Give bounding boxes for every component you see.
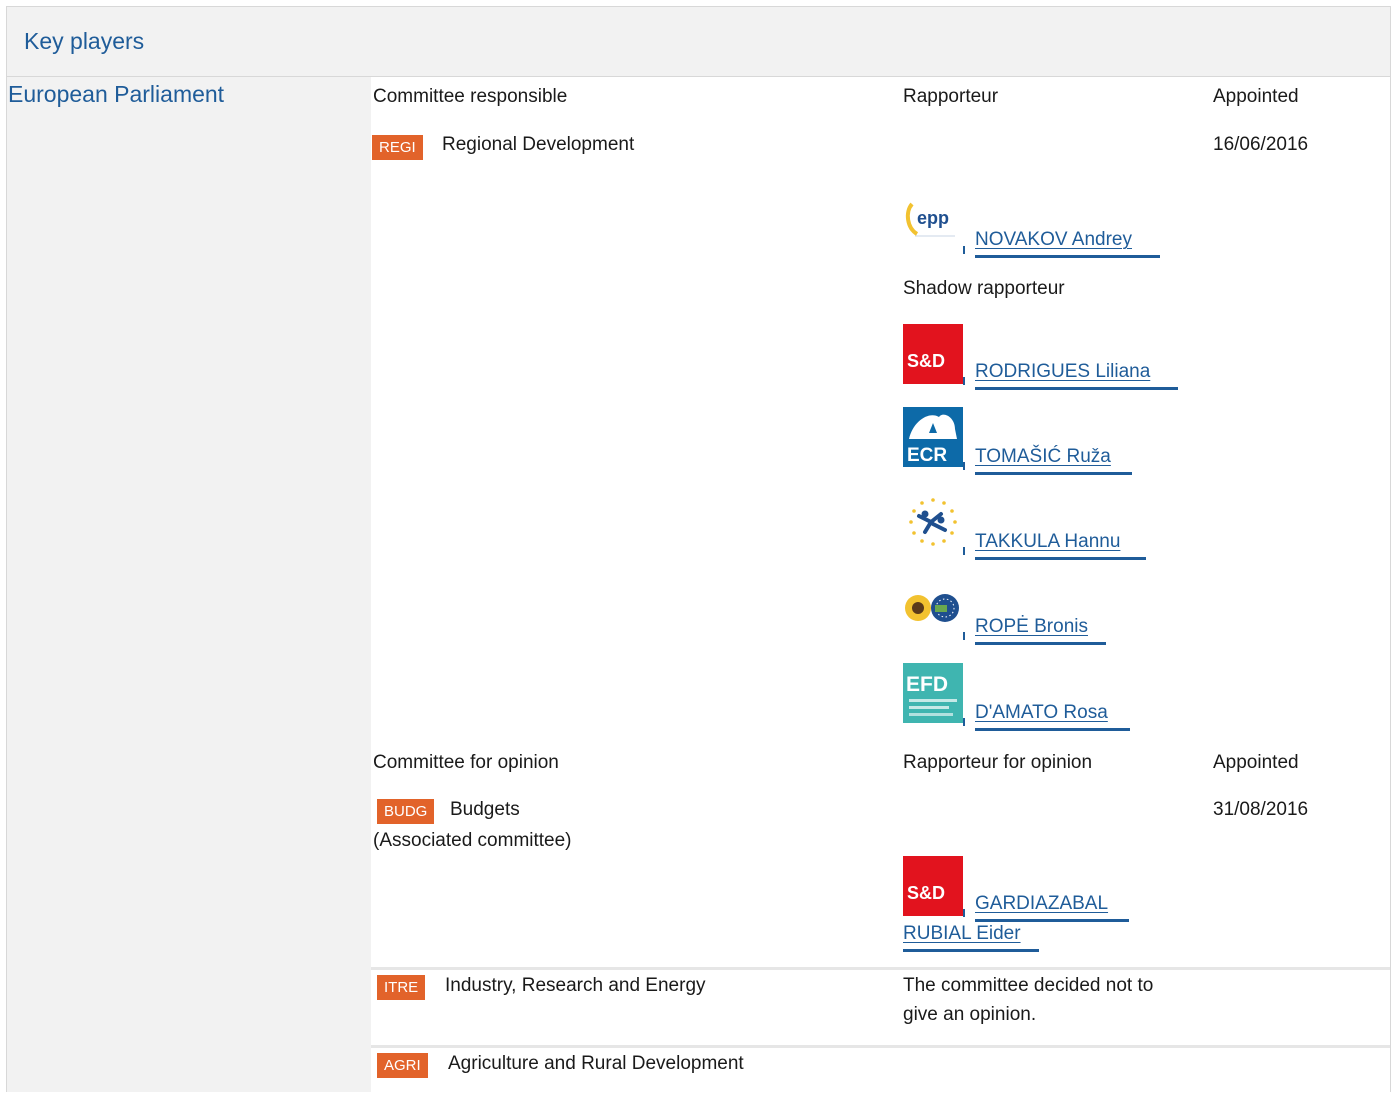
- committee-badge-itre[interactable]: ITRE: [377, 975, 426, 1000]
- shadow-rapporteur-label: Shadow rapporteur: [903, 278, 1065, 299]
- svg-text:epp: epp: [917, 208, 949, 228]
- shadow-link-rodrigues[interactable]: RODRIGUES Liliana: [975, 361, 1150, 383]
- opinion-rapporteur-link-gardiazabal-line2[interactable]: RUBIAL Eider: [903, 923, 1021, 945]
- greens-efa-logo-icon: [903, 577, 963, 637]
- col-rapporteur: Rapporteur: [903, 86, 999, 107]
- opinion-status-itre-line2: give an opinion.: [903, 1004, 1037, 1025]
- committee-name-agri: Agriculture and Rural Development: [448, 1053, 744, 1074]
- col-committee-responsible: Committee responsible: [373, 86, 568, 107]
- sd-logo-icon: S&D: [903, 324, 963, 384]
- committee-badge-agri[interactable]: AGRI: [377, 1053, 428, 1078]
- alde-logo-icon: [903, 492, 963, 552]
- efd-logo-icon: EFD: [903, 663, 963, 723]
- opinion-rapporteur-link-gardiazabal[interactable]: GARDIAZABAL: [975, 893, 1108, 915]
- committee-name-regi: Regional Development: [442, 134, 635, 155]
- svg-text:EFD: EFD: [906, 673, 948, 696]
- shadow-link-takkula[interactable]: TAKKULA Hannu: [975, 531, 1120, 553]
- shadow-link-tomasic[interactable]: TOMAŠIĆ Ruža: [975, 446, 1111, 468]
- opinion-status-itre-line1: The committee decided not to: [903, 975, 1154, 996]
- shadow-link-rope[interactable]: ROPĖ Bronis: [975, 616, 1088, 638]
- shadow-link-damato[interactable]: D'AMATO Rosa: [975, 702, 1108, 724]
- col-appointed-opinion: Appointed: [1213, 752, 1299, 773]
- epp-logo-icon: epp: [903, 190, 963, 250]
- svg-text:S&D: S&D: [907, 351, 945, 371]
- section-title[interactable]: Key players: [24, 28, 144, 55]
- section-header: Key players: [7, 7, 1390, 77]
- col-rapporteur-opinion: Rapporteur for opinion: [903, 752, 1093, 773]
- col-committee-opinion: Committee for opinion: [373, 752, 559, 773]
- row-separator: [371, 1045, 1390, 1048]
- committee-badge-budg[interactable]: BUDG: [377, 799, 435, 824]
- row-separator: [371, 967, 1390, 970]
- institution-name[interactable]: European Parliament: [8, 81, 224, 108]
- committee-name-itre: Industry, Research and Energy: [445, 975, 706, 996]
- key-players-panel: Key players European Parliament Committe…: [6, 6, 1391, 1093]
- sd-logo-icon: S&D: [903, 856, 963, 916]
- appointed-date-regi: 16/06/2016: [1213, 134, 1309, 155]
- svg-text:S&D: S&D: [907, 883, 945, 903]
- committee-name-budg: Budgets: [450, 799, 520, 820]
- appointed-date-budg: 31/08/2016: [1213, 799, 1309, 820]
- committee-note-budg: (Associated committee): [373, 830, 572, 851]
- committee-badge-regi[interactable]: REGI: [372, 135, 423, 160]
- committees-table: Committee responsible Rapporteur Appoint…: [371, 77, 1390, 1093]
- svg-text:ECR: ECR: [907, 445, 947, 466]
- rapporteur-link-novakov[interactable]: NOVAKOV Andrey: [975, 229, 1132, 251]
- institution-column: [7, 77, 371, 1093]
- col-appointed: Appointed: [1213, 86, 1299, 107]
- ecr-logo-icon: ECR: [903, 407, 963, 467]
